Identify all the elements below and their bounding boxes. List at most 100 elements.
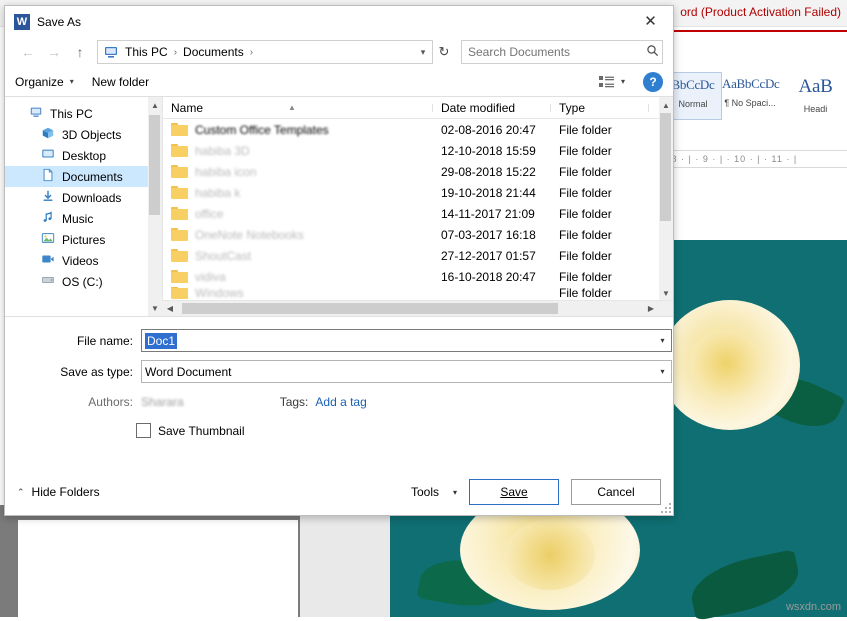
close-icon[interactable]: ✕ [628, 6, 673, 36]
videos-icon [39, 252, 57, 269]
file-type: File folder [559, 185, 612, 200]
nav-pane-scrollbar[interactable]: ▲ ▼ [148, 97, 162, 316]
file-type: File folder [559, 143, 612, 158]
sidebar-item-downloads[interactable]: Downloads [5, 187, 162, 208]
tools-button[interactable]: Tools ▾ [411, 485, 457, 499]
save-as-type-select[interactable]: Word Document ▾ [141, 360, 672, 383]
scroll-right-icon[interactable]: ▶ [643, 301, 659, 315]
sidebar-item-desktop[interactable]: Desktop [5, 145, 162, 166]
folder-icon [171, 287, 188, 299]
table-row[interactable]: habiba icon 29-08-2018 15:22 File folder [163, 161, 673, 182]
scroll-down-icon[interactable]: ▼ [148, 300, 162, 316]
table-row[interactable]: ShoutCast 27-12-2017 01:57 File folder [163, 245, 673, 266]
table-row[interactable]: vidiva 16-10-2018 20:47 File folder [163, 266, 673, 287]
hide-folders-button[interactable]: ⌃ Hide Folders [17, 485, 100, 499]
chevron-down-icon[interactable]: ▾ [414, 47, 432, 58]
file-date: 29-08-2018 15:22 [441, 164, 536, 179]
hide-folders-label: Hide Folders [31, 485, 100, 499]
scroll-up-icon[interactable]: ▲ [659, 97, 673, 113]
pc-icon [103, 44, 119, 60]
save-thumbnail-checkbox[interactable] [136, 423, 151, 438]
resize-grip[interactable] [661, 503, 671, 513]
sidebar-item-pictures[interactable]: Pictures [5, 229, 162, 250]
word-app-icon: W [14, 13, 30, 30]
save-button[interactable]: Save [469, 479, 559, 505]
horizontal-scrollbar[interactable]: ◀ ▶ [162, 300, 673, 316]
table-row[interactable]: Custom Office Templates 02-08-2016 20:47… [163, 119, 673, 140]
search-box[interactable] [461, 40, 663, 64]
sidebar-item-3d-objects[interactable]: 3D Objects [5, 124, 162, 145]
table-row[interactable]: habiba k 19-10-2018 21:44 File folder [163, 182, 673, 203]
chevron-down-icon[interactable]: ▾ [654, 367, 671, 376]
style-no-spacing[interactable]: AaBbCcDc ¶ No Spaci... [722, 72, 780, 118]
sidebar-item-documents[interactable]: Documents [5, 166, 162, 187]
column-label: Date modified [441, 100, 516, 115]
rose-center [505, 520, 595, 590]
breadcrumb-item-documents[interactable]: Documents [181, 45, 246, 59]
address-bar-row: ← → ↑ This PC › Documents › ▾ ↻ [5, 37, 673, 67]
pictures-icon [39, 231, 57, 248]
dialog-titlebar[interactable]: W Save As ✕ [5, 6, 673, 37]
column-header-type[interactable]: Type [551, 101, 649, 115]
view-controls: ▾ ? [595, 71, 663, 92]
save-as-dialog: W Save As ✕ ← → ↑ This PC › Documents › … [4, 5, 674, 516]
table-row[interactable]: habiba 3D 12-10-2018 15:59 File folder [163, 140, 673, 161]
list-view-icon[interactable]: ▾ [595, 73, 629, 91]
file-date: 27-12-2017 01:57 [441, 248, 536, 263]
help-icon[interactable]: ? [643, 71, 663, 92]
organize-button[interactable]: Organize ▾ [15, 75, 74, 89]
breadcrumb-item-this-pc[interactable]: This PC [123, 45, 170, 59]
sidebar-item-this-pc[interactable]: This PC [5, 103, 162, 124]
horizontal-scroll-thumb[interactable] [182, 303, 558, 314]
file-scroll-thumb[interactable] [660, 113, 671, 221]
sidebar-item-os-c[interactable]: OS (C:) [5, 271, 162, 292]
sidebar-item-music[interactable]: Music [5, 208, 162, 229]
add-a-tag-link[interactable]: Add a tag [315, 395, 366, 409]
nav-scroll-thumb[interactable] [149, 115, 160, 215]
style-heading[interactable]: AaB Headi [784, 72, 847, 118]
file-date: 12-10-2018 15:59 [441, 143, 536, 158]
tags-label: Tags: [279, 395, 309, 409]
table-row[interactable]: OneNote Notebooks 07-03-2017 16:18 File … [163, 224, 673, 245]
file-type: File folder [559, 206, 612, 221]
file-name-input[interactable]: Doc1 ▾ [141, 329, 672, 352]
music-icon [39, 210, 57, 227]
cancel-button[interactable]: Cancel [571, 479, 661, 505]
file-date: 02-08-2016 20:47 [441, 122, 536, 137]
chevron-down-icon: ▾ [69, 77, 74, 86]
chevron-down-icon[interactable]: ▾ [654, 336, 671, 345]
column-header-name[interactable]: Name ▲ [163, 101, 433, 115]
browse-area: This PC 3D Objects Desktop Documents Dow… [5, 97, 673, 317]
scroll-up-icon[interactable]: ▲ [148, 97, 162, 113]
search-icon[interactable] [642, 44, 662, 60]
file-list-scrollbar[interactable]: ▲ ▼ [659, 97, 673, 316]
folder-icon [171, 185, 188, 199]
styles-gallery[interactable]: BbCcDc Normal AaBbCcDc ¶ No Spaci... AaB… [664, 72, 847, 120]
file-date: 19-10-2018 21:44 [441, 185, 536, 200]
scroll-left-icon[interactable]: ◀ [162, 301, 178, 315]
new-folder-button[interactable]: New folder [92, 75, 149, 89]
back-icon[interactable]: ← [15, 40, 41, 64]
column-header-date[interactable]: Date modified [433, 101, 551, 115]
forward-icon[interactable]: → [41, 40, 67, 64]
search-input[interactable] [462, 44, 642, 60]
file-name: habiba k [195, 185, 241, 200]
up-icon[interactable]: ↑ [67, 40, 93, 64]
file-type: File folder [559, 287, 612, 299]
authors-value[interactable]: Sharara [141, 395, 184, 409]
file-name-label: File name: [76, 333, 133, 348]
refresh-icon[interactable]: ↻ [433, 41, 455, 63]
pc-icon [27, 105, 45, 122]
sidebar-item-videos[interactable]: Videos [5, 250, 162, 271]
breadcrumb[interactable]: This PC › Documents › ▾ [97, 40, 433, 64]
word-title: ord (Product Activation Failed) [680, 5, 841, 19]
file-name: habiba icon [195, 164, 257, 179]
file-date: 14-11-2017 21:09 [441, 206, 535, 221]
drive-icon [39, 273, 57, 290]
folder-icon [171, 164, 188, 178]
table-row[interactable]: Windows File folder [163, 287, 673, 299]
table-row[interactable]: office 14-11-2017 21:09 File folder [163, 203, 673, 224]
style-name: Headi [803, 104, 828, 114]
save-thumbnail-row[interactable]: Save Thumbnail [5, 423, 673, 438]
scroll-down-icon[interactable]: ▼ [659, 285, 673, 301]
